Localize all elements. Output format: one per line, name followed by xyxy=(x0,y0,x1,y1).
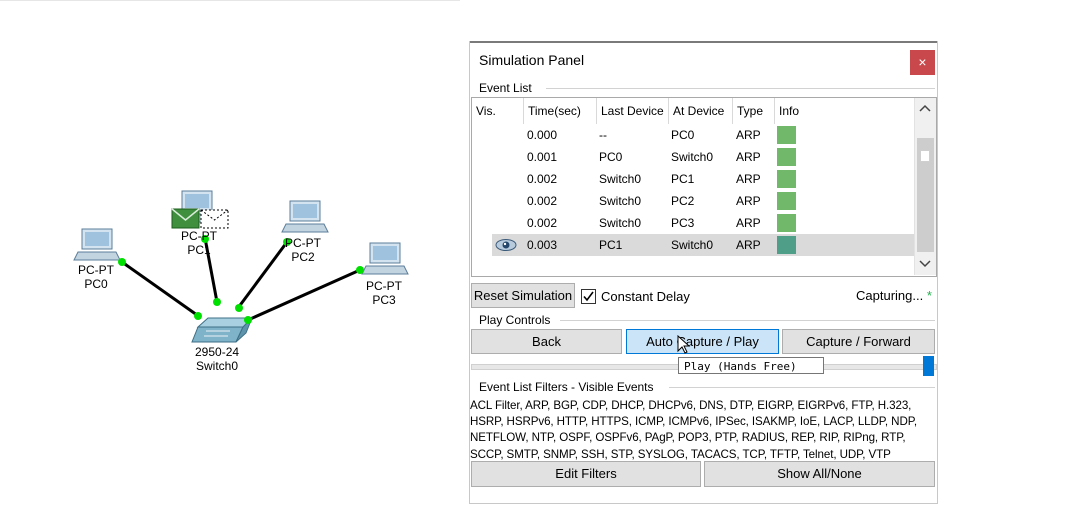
event-last-device: Switch0 xyxy=(599,216,642,230)
event-list-divider xyxy=(546,88,935,89)
pc2-label: PC-PT PC2 xyxy=(285,236,321,264)
panel-title: Simulation Panel xyxy=(479,52,585,68)
checkmark-icon xyxy=(583,291,594,302)
mouse-cursor-icon xyxy=(677,335,691,354)
link-pc2-switch xyxy=(236,241,289,309)
show-all-none-button[interactable]: Show All/None xyxy=(704,461,935,487)
event-list-scrollbar[interactable] xyxy=(914,98,936,275)
play-controls-label: Play Controls xyxy=(479,313,551,327)
event-type: ARP xyxy=(736,128,761,142)
play-tooltip: Play (Hands Free) xyxy=(678,357,824,374)
event-time: 0.003 xyxy=(527,238,558,252)
event-at-device: PC2 xyxy=(671,194,695,208)
back-button[interactable]: Back xyxy=(471,329,622,354)
event-last-device: PC0 xyxy=(599,150,623,164)
event-time: 0.001 xyxy=(527,150,558,164)
event-time: 0.002 xyxy=(527,172,558,186)
event-at-device: Switch0 xyxy=(671,238,714,252)
filters-line: HSRP, HSRPv6, HTTP, HTTPS, ICMP, ICMPv6,… xyxy=(470,415,917,429)
event-info-swatch[interactable] xyxy=(777,192,796,210)
topology-canvas xyxy=(73,190,409,343)
event-info-swatch[interactable] xyxy=(777,170,796,188)
filters-label: Event List Filters - Visible Events xyxy=(479,380,654,394)
filters-divider xyxy=(669,387,935,388)
pc3-label: PC-PT PC3 xyxy=(366,279,402,307)
event-info-swatch[interactable] xyxy=(777,214,796,232)
col-info[interactable]: Info xyxy=(775,98,914,124)
event-last-device: PC1 xyxy=(599,238,623,252)
panel-top-border xyxy=(470,41,937,43)
event-list-table[interactable]: Vis. Time(sec) Last Device At Device Typ… xyxy=(471,97,937,277)
event-info-swatch[interactable] xyxy=(777,148,796,166)
play-controls-divider xyxy=(560,320,935,321)
event-row-selected[interactable]: 0.003 PC1 Switch0 ARP xyxy=(492,234,914,256)
pc0-label: PC-PT PC0 xyxy=(78,263,114,291)
link-pc3-switch xyxy=(247,268,361,322)
visible-events-list: ACL Filter, ARP, BGP, CDP, DHCP, DHCPv6,… xyxy=(470,398,935,463)
event-row[interactable]: 0.001 PC0 Switch0 ARP xyxy=(492,146,914,168)
col-type[interactable]: Type xyxy=(733,98,775,124)
link-lights xyxy=(118,235,364,324)
event-info-swatch[interactable] xyxy=(777,126,796,144)
pdu-outline-envelope-icon xyxy=(200,209,229,229)
event-at-device: PC1 xyxy=(671,172,695,186)
event-type: ARP xyxy=(736,172,761,186)
capture-status-text: Capturing... xyxy=(856,288,924,303)
pc3-icon[interactable] xyxy=(361,242,409,275)
pc2-icon[interactable] xyxy=(281,200,329,233)
event-at-device: PC3 xyxy=(671,216,695,230)
event-at-device: Switch0 xyxy=(671,150,714,164)
event-type: ARP xyxy=(736,194,761,208)
constant-delay-checkbox[interactable] xyxy=(581,289,596,304)
event-type: ARP xyxy=(736,216,761,230)
eye-icon[interactable] xyxy=(495,238,517,252)
reset-simulation-button[interactable]: Reset Simulation xyxy=(471,283,575,308)
capture-status-star: * xyxy=(926,288,932,303)
edit-filters-button[interactable]: Edit Filters xyxy=(471,461,701,487)
filters-line: ACL Filter, ARP, BGP, CDP, DHCP, DHCPv6,… xyxy=(470,399,912,412)
close-button[interactable]: × xyxy=(910,50,935,75)
event-at-device: PC0 xyxy=(671,128,695,142)
chevron-down-icon[interactable] xyxy=(919,260,931,268)
event-last-device: Switch0 xyxy=(599,172,642,186)
event-row[interactable]: 0.002 Switch0 PC3 ARP xyxy=(492,212,914,234)
switch0-icon[interactable] xyxy=(191,317,254,343)
event-info-swatch[interactable] xyxy=(777,236,796,254)
filters-line: NETFLOW, NTP, OSPF, OSPFv6, PAgP, POP3, … xyxy=(470,431,906,445)
switch0-label: 2950-24 Switch0 xyxy=(195,345,240,373)
link-pc0-switch xyxy=(121,260,198,317)
col-last-device[interactable]: Last Device xyxy=(597,98,669,124)
col-time[interactable]: Time(sec) xyxy=(524,98,597,124)
event-row[interactable]: 0.002 Switch0 PC2 ARP xyxy=(492,190,914,212)
col-vis[interactable]: Vis. xyxy=(472,98,524,124)
event-last-device: -- xyxy=(599,128,607,142)
capture-status: Capturing... * xyxy=(856,288,932,303)
capture-forward-button[interactable]: Capture / Forward xyxy=(782,329,935,354)
play-speed-slider-thumb[interactable] xyxy=(923,356,934,376)
constant-delay-label: Constant Delay xyxy=(601,289,690,304)
scrollbar-grip[interactable] xyxy=(920,150,930,162)
event-time: 0.002 xyxy=(527,194,558,208)
event-time: 0.000 xyxy=(527,128,558,142)
event-type: ARP xyxy=(736,150,761,164)
event-list-label: Event List xyxy=(479,81,532,95)
event-row[interactable]: 0.002 Switch0 PC1 ARP xyxy=(492,168,914,190)
event-last-device: Switch0 xyxy=(599,194,642,208)
event-time: 0.002 xyxy=(527,216,558,230)
simulation-panel: Simulation Panel × Event List Vis. Time(… xyxy=(469,41,938,504)
event-row[interactable]: 0.000 -- PC0 ARP xyxy=(492,124,914,146)
topology-workspace[interactable]: PC-PT PC0 PC-PT PC1 PC-PT PC2 PC-PT PC3 2950… xyxy=(0,0,460,512)
pc1-label: PC-PT PC1 xyxy=(181,229,217,257)
chevron-up-icon[interactable] xyxy=(919,104,931,112)
pdu-envelope-icon[interactable] xyxy=(171,208,200,229)
event-type: ARP xyxy=(736,238,761,252)
pc0-icon[interactable] xyxy=(73,228,121,261)
col-at-device[interactable]: At Device xyxy=(669,98,733,124)
auto-capture-play-button[interactable]: Auto Capture / Play xyxy=(626,329,779,354)
